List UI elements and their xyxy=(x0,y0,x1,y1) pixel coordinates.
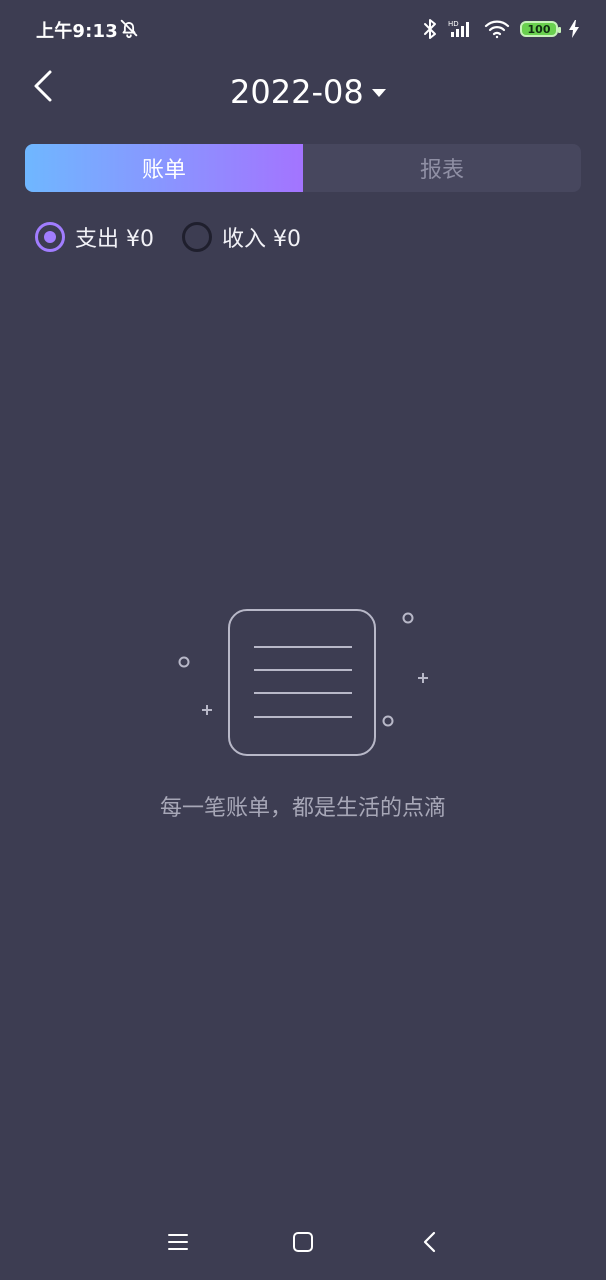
back-button[interactable] xyxy=(28,64,58,108)
income-radio[interactable]: 收入 ¥0 xyxy=(182,221,301,253)
chevron-left-icon xyxy=(34,70,52,102)
system-navigation-bar xyxy=(0,1210,606,1270)
empty-list-illustration xyxy=(178,609,428,756)
income-label: 收入 ¥0 xyxy=(222,227,301,252)
menu-icon xyxy=(168,1234,188,1250)
menu-button[interactable] xyxy=(158,1222,198,1262)
income-radio-indicator[interactable] xyxy=(182,222,212,252)
tab-bar: 账单 报表 xyxy=(25,144,581,192)
status-time: 上午9:13 xyxy=(36,21,118,42)
bluetooth-icon xyxy=(424,19,436,39)
home-button[interactable] xyxy=(283,1222,323,1262)
month-text: 2022-08 xyxy=(230,73,364,111)
status-bar: 上午9:13 HD 100 xyxy=(0,0,606,58)
svg-text:HD: HD xyxy=(448,20,459,28)
caret-down-icon xyxy=(371,89,386,97)
expense-radio[interactable]: 支出 ¥0 xyxy=(35,221,154,253)
battery-icon: 100 xyxy=(520,21,561,37)
header: 2022-08 xyxy=(0,58,606,128)
filter-radio-group: 支出 ¥0 收入 ¥0 xyxy=(35,219,301,255)
expense-label: 支出 ¥0 xyxy=(75,227,154,252)
tab-report[interactable]: 报表 xyxy=(303,144,581,192)
signal-icon: HD xyxy=(448,20,469,37)
bell-off-icon xyxy=(120,19,138,39)
nav-back-icon xyxy=(423,1231,436,1253)
tab-bill[interactable]: 账单 xyxy=(25,144,303,192)
expense-radio-indicator[interactable] xyxy=(35,222,65,252)
wifi-icon xyxy=(484,20,510,39)
charging-icon xyxy=(569,20,579,38)
nav-back-button[interactable] xyxy=(410,1222,450,1262)
battery-level: 100 xyxy=(527,22,551,36)
status-right-icons: HD 100 xyxy=(422,16,580,42)
month-selector[interactable]: 2022-08 xyxy=(230,70,386,114)
empty-state-message: 每一笔账单，都是生活的点滴 xyxy=(159,796,446,821)
home-icon xyxy=(293,1232,313,1252)
